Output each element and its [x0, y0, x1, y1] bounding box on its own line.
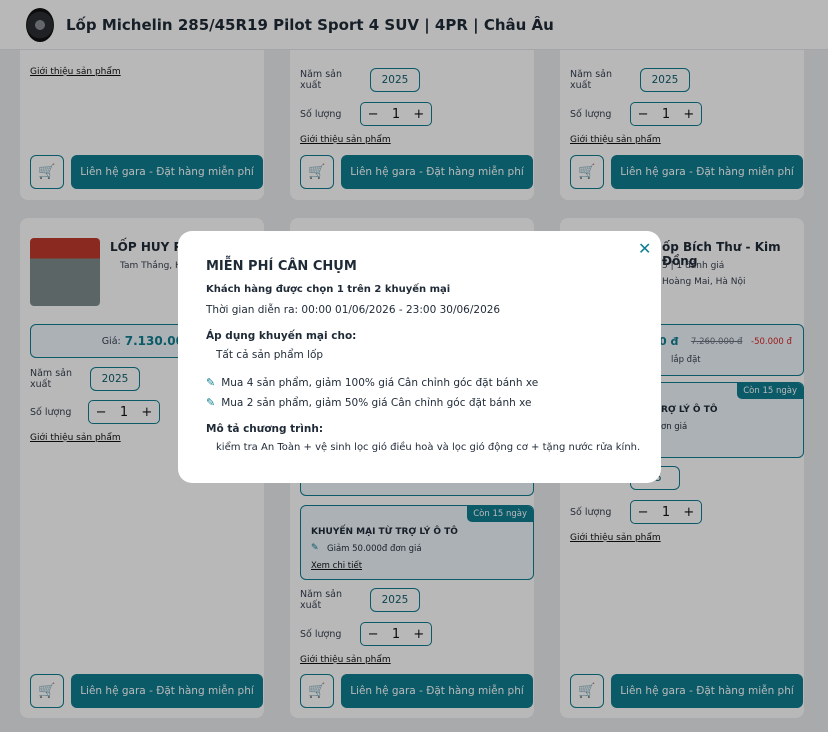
apply-value: Tất cả sản phẩm lốp	[216, 349, 324, 361]
offer-text: Mua 2 sản phẩm, giảm 50% giá Cân chỉnh g…	[221, 396, 532, 409]
tag-icon: ✎	[206, 396, 216, 409]
promotion-modal: ✕ MIỄN PHÍ CÂN CHỤM Khách hàng được chọn…	[178, 231, 661, 483]
apply-heading: Áp dụng khuyến mại cho:	[206, 330, 357, 342]
offer-item[interactable]: ✎ Mua 4 sản phẩm, giảm 100% giá Cân chỉn…	[206, 376, 538, 389]
offer-item[interactable]: ✎ Mua 2 sản phẩm, giảm 50% giá Cân chỉnh…	[206, 396, 532, 409]
offer-text: Mua 4 sản phẩm, giảm 100% giá Cân chỉnh …	[221, 376, 539, 389]
modal-title: MIỄN PHÍ CÂN CHỤM	[206, 259, 357, 274]
description-heading: Mô tả chương trình:	[206, 423, 324, 435]
modal-subtitle: Khách hàng được chọn 1 trên 2 khuyến mại	[206, 284, 451, 295]
close-icon[interactable]: ✕	[638, 239, 651, 258]
description-value: kiểm tra An Toàn + vệ sinh lọc gió điều …	[216, 442, 641, 453]
modal-time: Thời gian diễn ra: 00:00 01/06/2026 - 23…	[206, 304, 501, 316]
tag-icon: ✎	[206, 376, 216, 389]
